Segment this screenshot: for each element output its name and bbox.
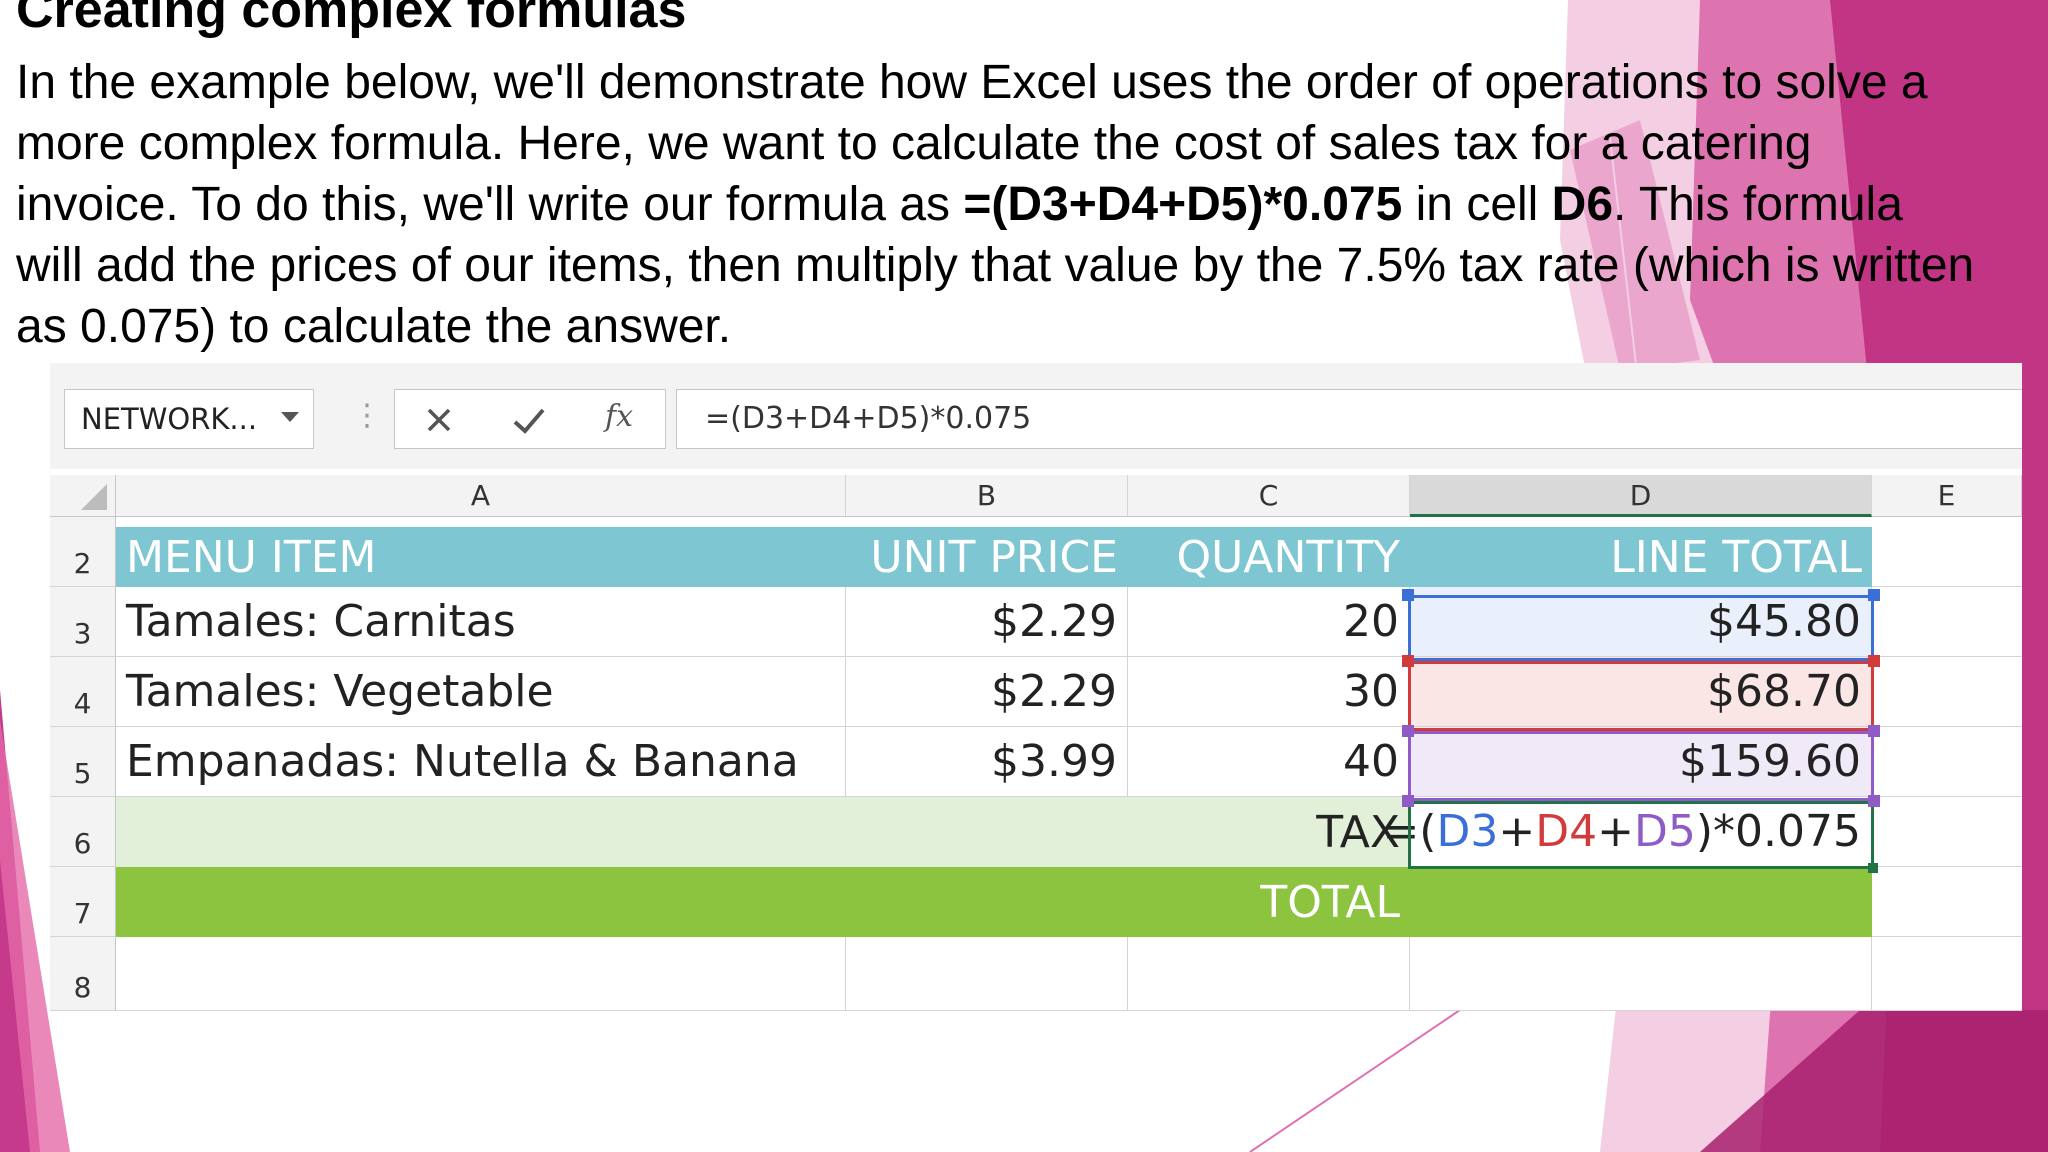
cell-b4[interactable]: $2.29 (846, 657, 1128, 727)
header-line-total[interactable]: LINE TOTAL (1410, 527, 1872, 587)
cell-e4[interactable] (1872, 657, 2022, 727)
row-header-5[interactable]: 5 (50, 727, 116, 797)
name-box-value: NETWORK... (81, 402, 258, 436)
row-header-7[interactable]: 7 (50, 867, 116, 937)
cell-total-label[interactable]: TOTAL (116, 867, 1410, 937)
check-icon[interactable] (507, 398, 551, 442)
row-header-8[interactable]: 8 (50, 937, 116, 1011)
body-cell-ref: D6 (1551, 178, 1614, 231)
cell-tax-label[interactable]: TAX (116, 797, 1410, 867)
column-header-a[interactable]: A (116, 475, 846, 517)
cell-c3[interactable]: 20 (1128, 587, 1410, 657)
ref-handle-d3-tr[interactable] (1868, 589, 1880, 601)
body-formula: =(D3+D4+D5)*0.075 (963, 178, 1403, 231)
cell-e8[interactable] (1872, 937, 2022, 1011)
ref-box-d4 (1408, 661, 1874, 731)
grip-icon[interactable]: ⋮ (352, 401, 382, 431)
cell-b3[interactable]: $2.29 (846, 587, 1128, 657)
formula-buttons: fx (394, 389, 666, 449)
ref-handle-d3-tl[interactable] (1402, 589, 1414, 601)
row-header-2[interactable]: 2 (50, 517, 116, 587)
column-header-c[interactable]: C (1128, 475, 1410, 517)
cell-a5[interactable]: Empanadas: Nutella & Banana (116, 727, 846, 797)
ref-handle-d4-tr[interactable] (1868, 655, 1880, 667)
cell-a4[interactable]: Tamales: Vegetable (116, 657, 846, 727)
row-header-3[interactable]: 3 (50, 587, 116, 657)
slide-title: Creating complex formulas (16, 0, 687, 39)
select-all-corner[interactable] (50, 475, 116, 517)
active-cell-border (1408, 801, 1874, 869)
dropdown-arrow-icon[interactable] (281, 412, 299, 422)
body-text-2: in cell (1402, 178, 1552, 231)
fill-handle[interactable] (1868, 863, 1878, 873)
cell-e6[interactable] (1872, 797, 2022, 867)
cell-d8[interactable] (1410, 937, 1872, 1011)
cell-b8[interactable] (846, 937, 1128, 1011)
ref-handle-d4-tl[interactable] (1402, 655, 1414, 667)
header-quantity[interactable]: QUANTITY (1128, 527, 1410, 587)
slide-body: In the example below, we'll demonstrate … (16, 52, 1976, 357)
cell-c5[interactable]: 40 (1128, 727, 1410, 797)
ref-handle-d5-bl[interactable] (1402, 795, 1414, 807)
column-header-b[interactable]: B (846, 475, 1128, 517)
header-unit-price[interactable]: UNIT PRICE (846, 527, 1128, 587)
cell-e7[interactable] (1872, 867, 2022, 937)
column-header-e[interactable]: E (1872, 475, 2022, 517)
row-header-6[interactable]: 6 (50, 797, 116, 867)
ref-handle-d5-br[interactable] (1868, 795, 1880, 807)
ref-box-d3 (1408, 595, 1874, 661)
cell-c4[interactable]: 30 (1128, 657, 1410, 727)
cell-e3[interactable] (1872, 587, 2022, 657)
cell-e5[interactable] (1872, 727, 2022, 797)
column-header-d[interactable]: D (1410, 475, 1872, 517)
name-box[interactable]: NETWORK... (64, 389, 314, 449)
formula-bar: NETWORK... ⋮ fx =(D3+D4+D5)*0.075 (50, 363, 2022, 469)
cell-a8[interactable] (116, 937, 846, 1011)
formula-input[interactable]: =(D3+D4+D5)*0.075 (676, 389, 2022, 449)
cell-b5[interactable]: $3.99 (846, 727, 1128, 797)
row-header-4[interactable]: 4 (50, 657, 116, 727)
x-icon[interactable] (417, 398, 461, 442)
cell-d7[interactable] (1410, 867, 1872, 937)
ref-handle-d5-tl[interactable] (1402, 725, 1414, 737)
fx-icon[interactable]: fx (605, 399, 633, 434)
header-menu-item[interactable]: MENU ITEM (116, 527, 846, 587)
corner-triangle-icon (81, 484, 107, 510)
cell-a3[interactable]: Tamales: Carnitas (116, 587, 846, 657)
excel-screenshot: NETWORK... ⋮ fx =(D3+D4+D5)*0.075 A B C … (50, 363, 2022, 1011)
cell-c8[interactable] (1128, 937, 1410, 1011)
cell-e2[interactable] (1872, 517, 2022, 587)
ref-box-d5 (1408, 731, 1874, 801)
ref-handle-d5-tr[interactable] (1868, 725, 1880, 737)
